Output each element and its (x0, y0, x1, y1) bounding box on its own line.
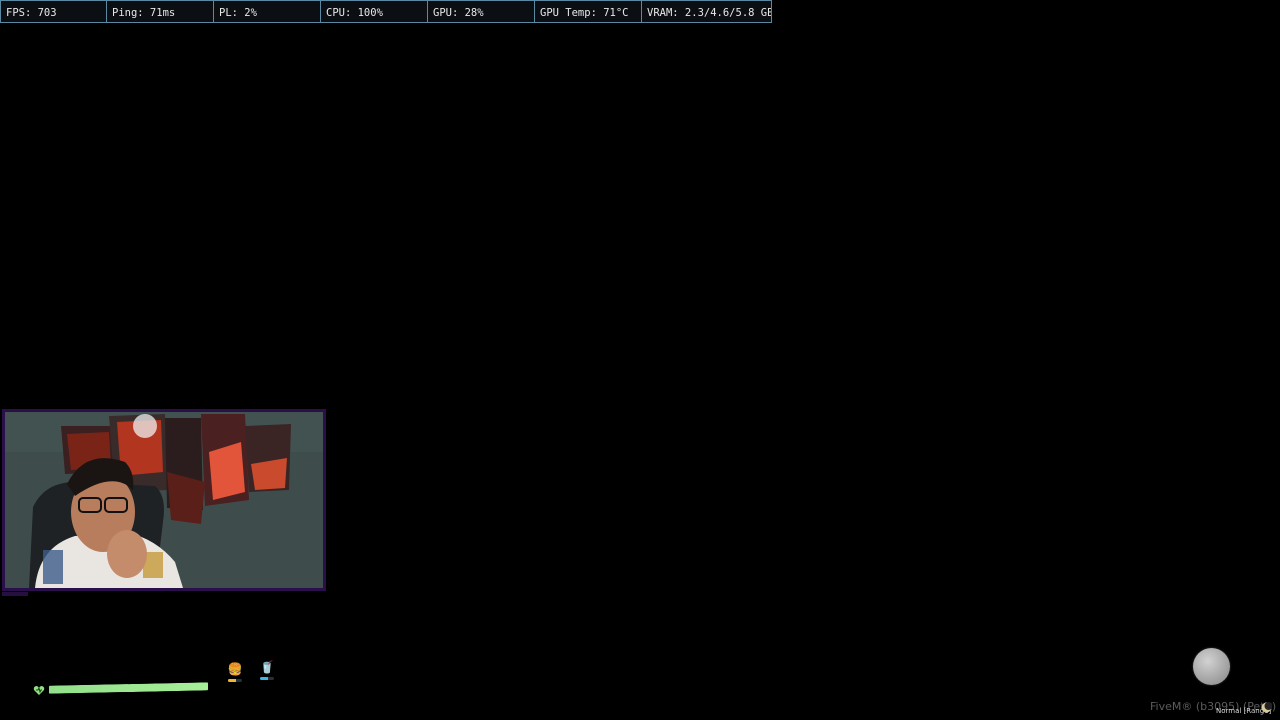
fps-readout: FPS: 703 (0, 0, 107, 23)
vram-readout: VRAM: 2.3/4.6/5.8 GB (642, 0, 772, 23)
thirst-meter-fill (260, 677, 269, 680)
hunger-meter (228, 679, 242, 682)
heart-icon (33, 686, 45, 695)
webcam-tag (2, 592, 28, 596)
cup-icon: 🥤 (259, 660, 275, 674)
gpu-readout: GPU: 28% (428, 0, 535, 23)
game-viewport: FPS: 703 Ping: 71ms PL: 2% CPU: 100% GPU… (0, 0, 1280, 720)
health-bar-fill (49, 682, 208, 694)
moon-icon (1261, 702, 1272, 713)
voice-indicator-button[interactable] (1193, 648, 1230, 685)
health-bar (49, 682, 211, 694)
thirst-meter (260, 677, 274, 680)
burger-icon: 🍔 (227, 662, 243, 676)
hunger-meter-fill (228, 679, 237, 682)
webcam-overlay (2, 409, 326, 591)
cpu-readout: CPU: 100% (321, 0, 428, 23)
ping-readout: Ping: 71ms (107, 0, 214, 23)
performance-overlay: FPS: 703 Ping: 71ms PL: 2% CPU: 100% GPU… (0, 0, 772, 23)
gpu-temp-readout: GPU Temp: 71°C (535, 0, 642, 23)
webcam-feed (5, 412, 323, 588)
packet-loss-readout: PL: 2% (214, 0, 321, 23)
hunger-indicator: 🍔 (227, 662, 243, 686)
thirst-indicator: 🥤 (259, 660, 275, 684)
